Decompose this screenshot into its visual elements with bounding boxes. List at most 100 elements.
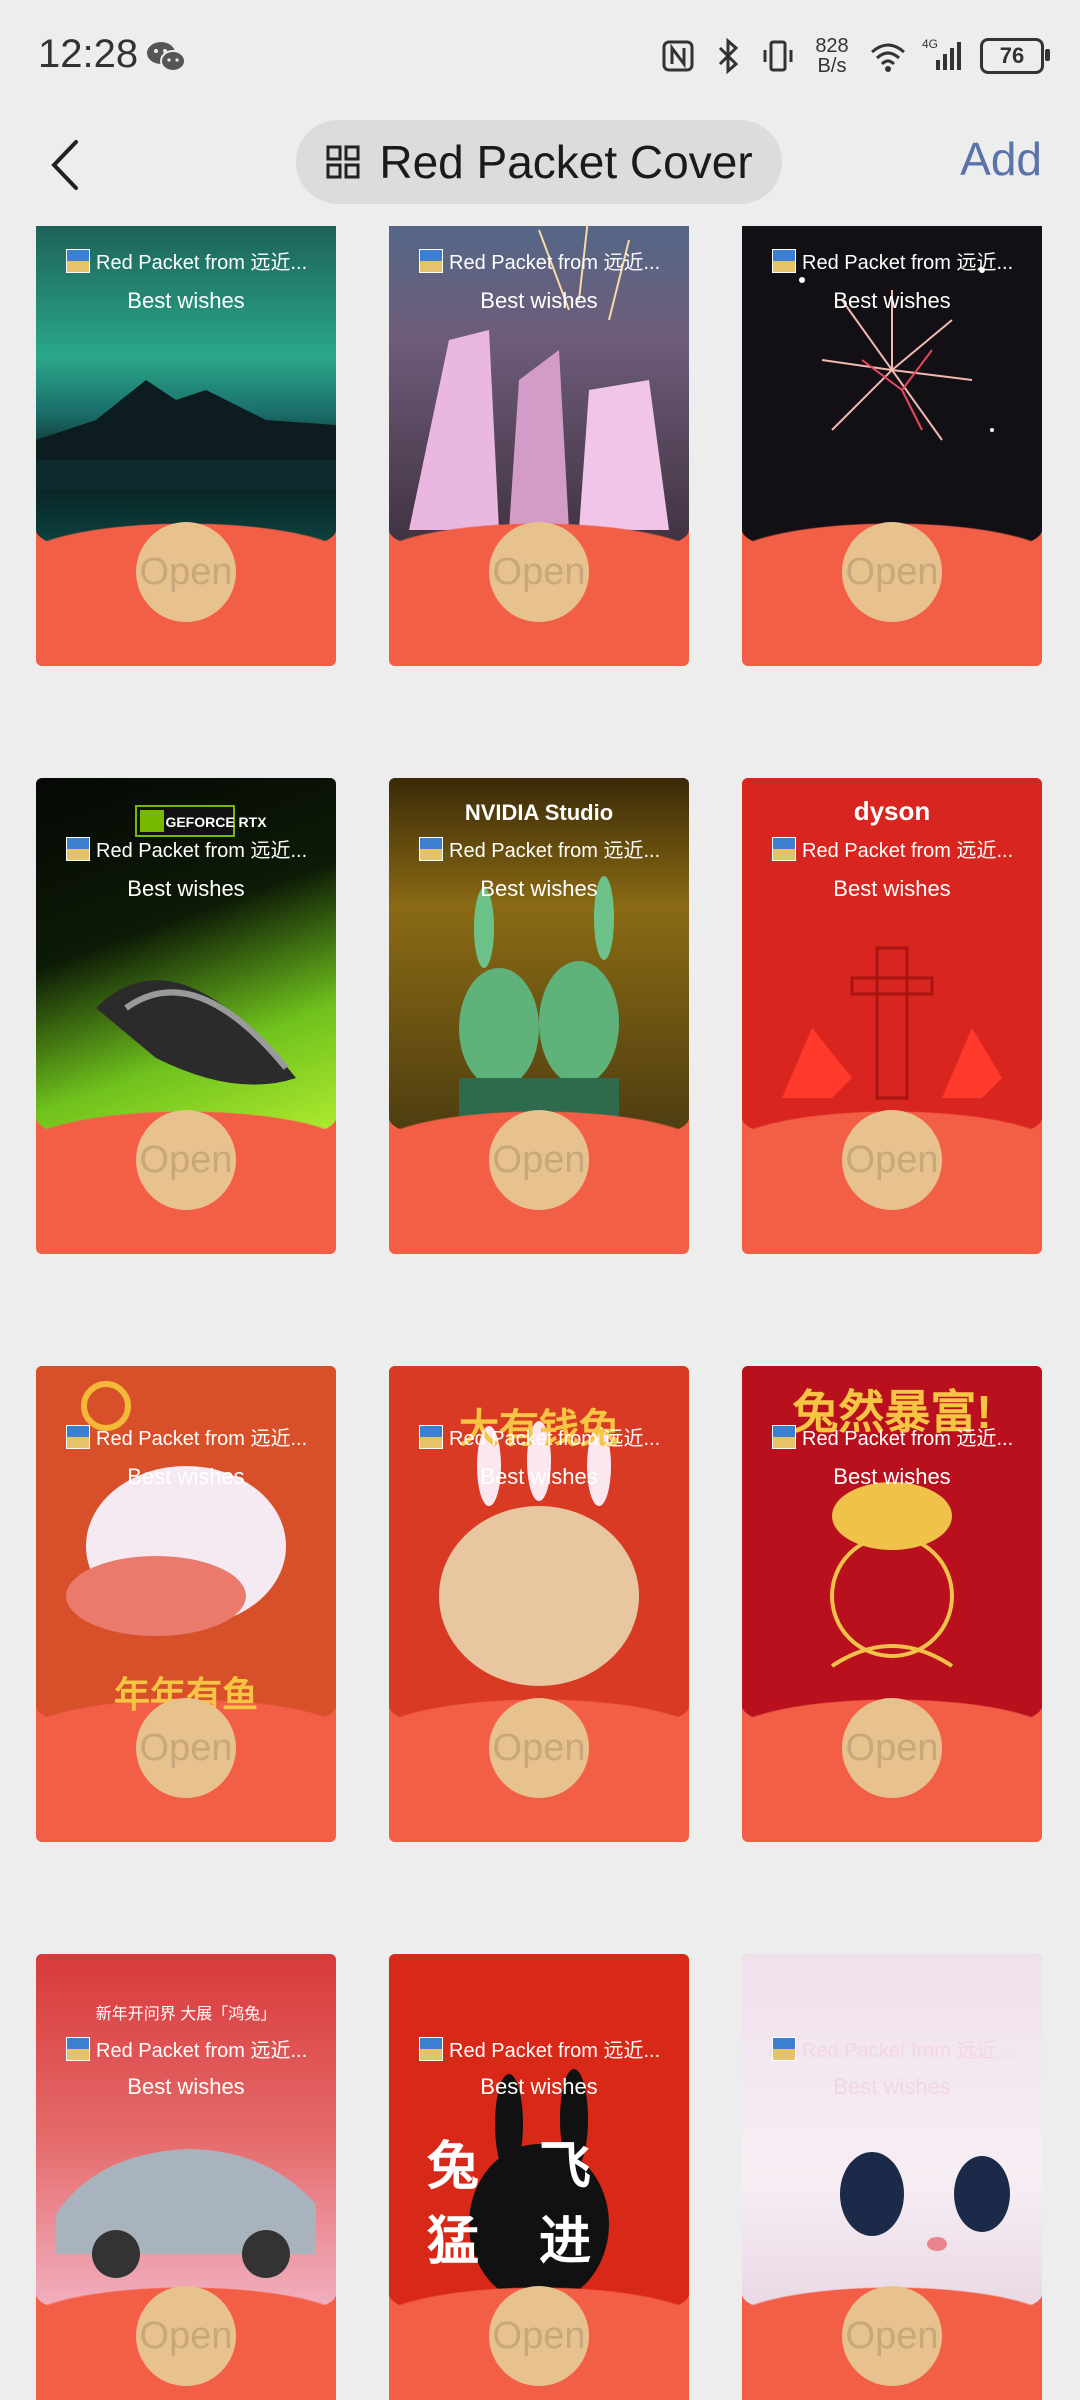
sender-line: Red Packet from 远近...: [772, 2034, 1034, 2063]
open-button[interactable]: Open: [136, 2286, 236, 2386]
mountain-art: [36, 380, 336, 490]
open-button[interactable]: Open: [489, 1110, 589, 1210]
open-button[interactable]: Open: [489, 1698, 589, 1798]
add-button[interactable]: Add: [960, 132, 1042, 186]
status-bar: 12:28 828 B/s 4G 76: [0, 0, 1080, 110]
open-button[interactable]: Open: [842, 1110, 942, 1210]
wish-text: Best wishes: [127, 1464, 245, 1489]
cover-card[interactable]: 新年开问界 大展「鸿兔」 Red Packet from 远近... Best …: [36, 1954, 336, 2400]
brand-logo: dyson: [853, 796, 931, 826]
network-type: 4G: [922, 37, 938, 51]
bluetooth-icon: [718, 37, 739, 75]
sender-text: Red Packet from 远近...: [802, 2040, 1014, 2062]
fireworks-art: [799, 267, 994, 441]
brand-logo: GEFORCE RTX: [165, 814, 267, 830]
sender-line: Red Packet from 远近...: [66, 246, 328, 275]
wish-text: Best wishes: [127, 288, 245, 313]
wifi-icon: [871, 43, 905, 72]
open-button[interactable]: Open: [136, 1110, 236, 1210]
signal-icon: 4G: [922, 37, 961, 70]
cover-grid: Red Packet from 远近... Best wishes Open R…: [0, 226, 1080, 2400]
sender-line: Red Packet from 远近...: [419, 1422, 681, 1451]
sender-line: Red Packet from 远近...: [419, 2034, 681, 2063]
nfc-icon: [662, 40, 694, 72]
avatar: [66, 248, 90, 273]
sender-line: Red Packet from 远近...: [772, 834, 1034, 863]
battery-level: 76: [999, 43, 1025, 68]
sender-text: Red Packet from 远近...: [802, 1428, 1014, 1450]
page-title: Red Packet Cover: [379, 136, 753, 188]
open-button[interactable]: Open: [136, 522, 236, 622]
battery-icon: 76: [980, 38, 1050, 74]
sender-text: Red Packet from 远近...: [96, 1428, 308, 1450]
cover-card[interactable]: 大有钱兔 Red Packet from 远近... Best wishes O…: [389, 1366, 689, 1842]
sender-line: Red Packet from 远近...: [772, 1422, 1034, 1451]
wish-text: Best wishes: [127, 2074, 245, 2099]
avatar: [419, 248, 443, 273]
sender-text: Red Packet from 远近...: [96, 840, 308, 862]
cover-card[interactable]: 兔飞猛进 Red Packet from 远近... Best wishes O…: [389, 1954, 689, 2400]
wish-text: Best wishes: [480, 288, 598, 313]
status-icons: 828 B/s 4G 76: [660, 34, 1050, 78]
open-button[interactable]: Open: [136, 1698, 236, 1798]
open-button[interactable]: Open: [842, 2286, 942, 2386]
cover-image: [36, 226, 336, 561]
cover-card[interactable]: GEFORCE RTX Red Packet from 远近... Best w…: [36, 778, 336, 1254]
sender-line: Red Packet from 远近...: [419, 834, 681, 863]
avatar: [772, 2036, 796, 2061]
sender-text: Red Packet from 远近...: [449, 252, 661, 274]
net-speed-unit: B/s: [817, 55, 847, 77]
net-speed: 828 B/s: [810, 36, 854, 76]
sender-line: Red Packet from 远近...: [419, 246, 681, 275]
sender-text: Red Packet from 远近...: [96, 252, 308, 274]
wish-text: Best wishes: [833, 2074, 951, 2099]
vibrate-icon: [763, 40, 793, 72]
wish-text: Best wishes: [127, 876, 245, 901]
sender-line: Red Packet from 远近...: [66, 834, 328, 863]
open-button[interactable]: Open: [842, 522, 942, 622]
avatar: [772, 836, 796, 861]
wish-text: Best wishes: [833, 288, 951, 313]
wish-text: Best wishes: [480, 2074, 598, 2099]
sender-line: Red Packet from 远近...: [772, 246, 1034, 275]
sender-line: Red Packet from 远近...: [66, 1422, 328, 1451]
sender-text: Red Packet from 远近...: [449, 1428, 661, 1450]
brand-logo: 兔飞猛进: [426, 2138, 651, 2271]
cover-card[interactable]: Red Packet from 远近... Best wishes Open: [389, 226, 689, 666]
cover-card[interactable]: 兔然暴富! Red Packet from 远近... Best wishes …: [742, 1366, 1042, 1842]
sender-text: Red Packet from 远近...: [802, 252, 1014, 274]
brand-logo: NVIDIA Studio: [464, 800, 614, 825]
cover-card[interactable]: 年年有鱼 Red Packet from 远近... Best wishes O…: [36, 1366, 336, 1842]
sender-line: Red Packet from 远近...: [66, 2034, 328, 2063]
title-pill[interactable]: Red Packet Cover: [296, 120, 782, 204]
cover-card[interactable]: dyson Red Packet from 远近... Best wishes …: [742, 778, 1042, 1254]
avatar: [66, 1424, 90, 1449]
open-button[interactable]: Open: [489, 2286, 589, 2386]
avatar: [772, 248, 796, 273]
white-bunny-art: [840, 2152, 1010, 2251]
back-arrow-icon[interactable]: [30, 130, 100, 200]
cover-card[interactable]: Red Packet from 远近... Best wishes Open: [742, 226, 1042, 666]
avatar: [419, 836, 443, 861]
avatar: [66, 836, 90, 861]
open-button[interactable]: Open: [489, 522, 589, 622]
wish-text: Best wishes: [833, 1464, 951, 1489]
cover-image: [742, 226, 1042, 561]
sender-text: Red Packet from 远近...: [449, 2040, 661, 2062]
cover-image: [742, 1954, 1042, 2325]
brand-logo: 新年开问界 大展「鸿兔」: [95, 2006, 277, 2023]
sender-text: Red Packet from 远近...: [449, 840, 661, 862]
avatar: [772, 1424, 796, 1449]
stage-art: [409, 226, 669, 530]
avatar: [419, 1424, 443, 1449]
cover-card[interactable]: Red Packet from 远近... Best wishes Open: [36, 226, 336, 666]
avatar: [419, 2036, 443, 2061]
sender-text: Red Packet from 远近...: [802, 840, 1014, 862]
cover-card[interactable]: Red Packet from 远近... Best wishes Open: [742, 1954, 1042, 2400]
cover-card[interactable]: NVIDIA Studio Red Packet from 远近... Best…: [389, 778, 689, 1254]
open-button[interactable]: Open: [842, 1698, 942, 1798]
sender-text: Red Packet from 远近...: [96, 2040, 308, 2062]
wish-text: Best wishes: [480, 1464, 598, 1489]
status-time: 12:28: [38, 32, 139, 76]
grid-icon: [326, 145, 360, 179]
